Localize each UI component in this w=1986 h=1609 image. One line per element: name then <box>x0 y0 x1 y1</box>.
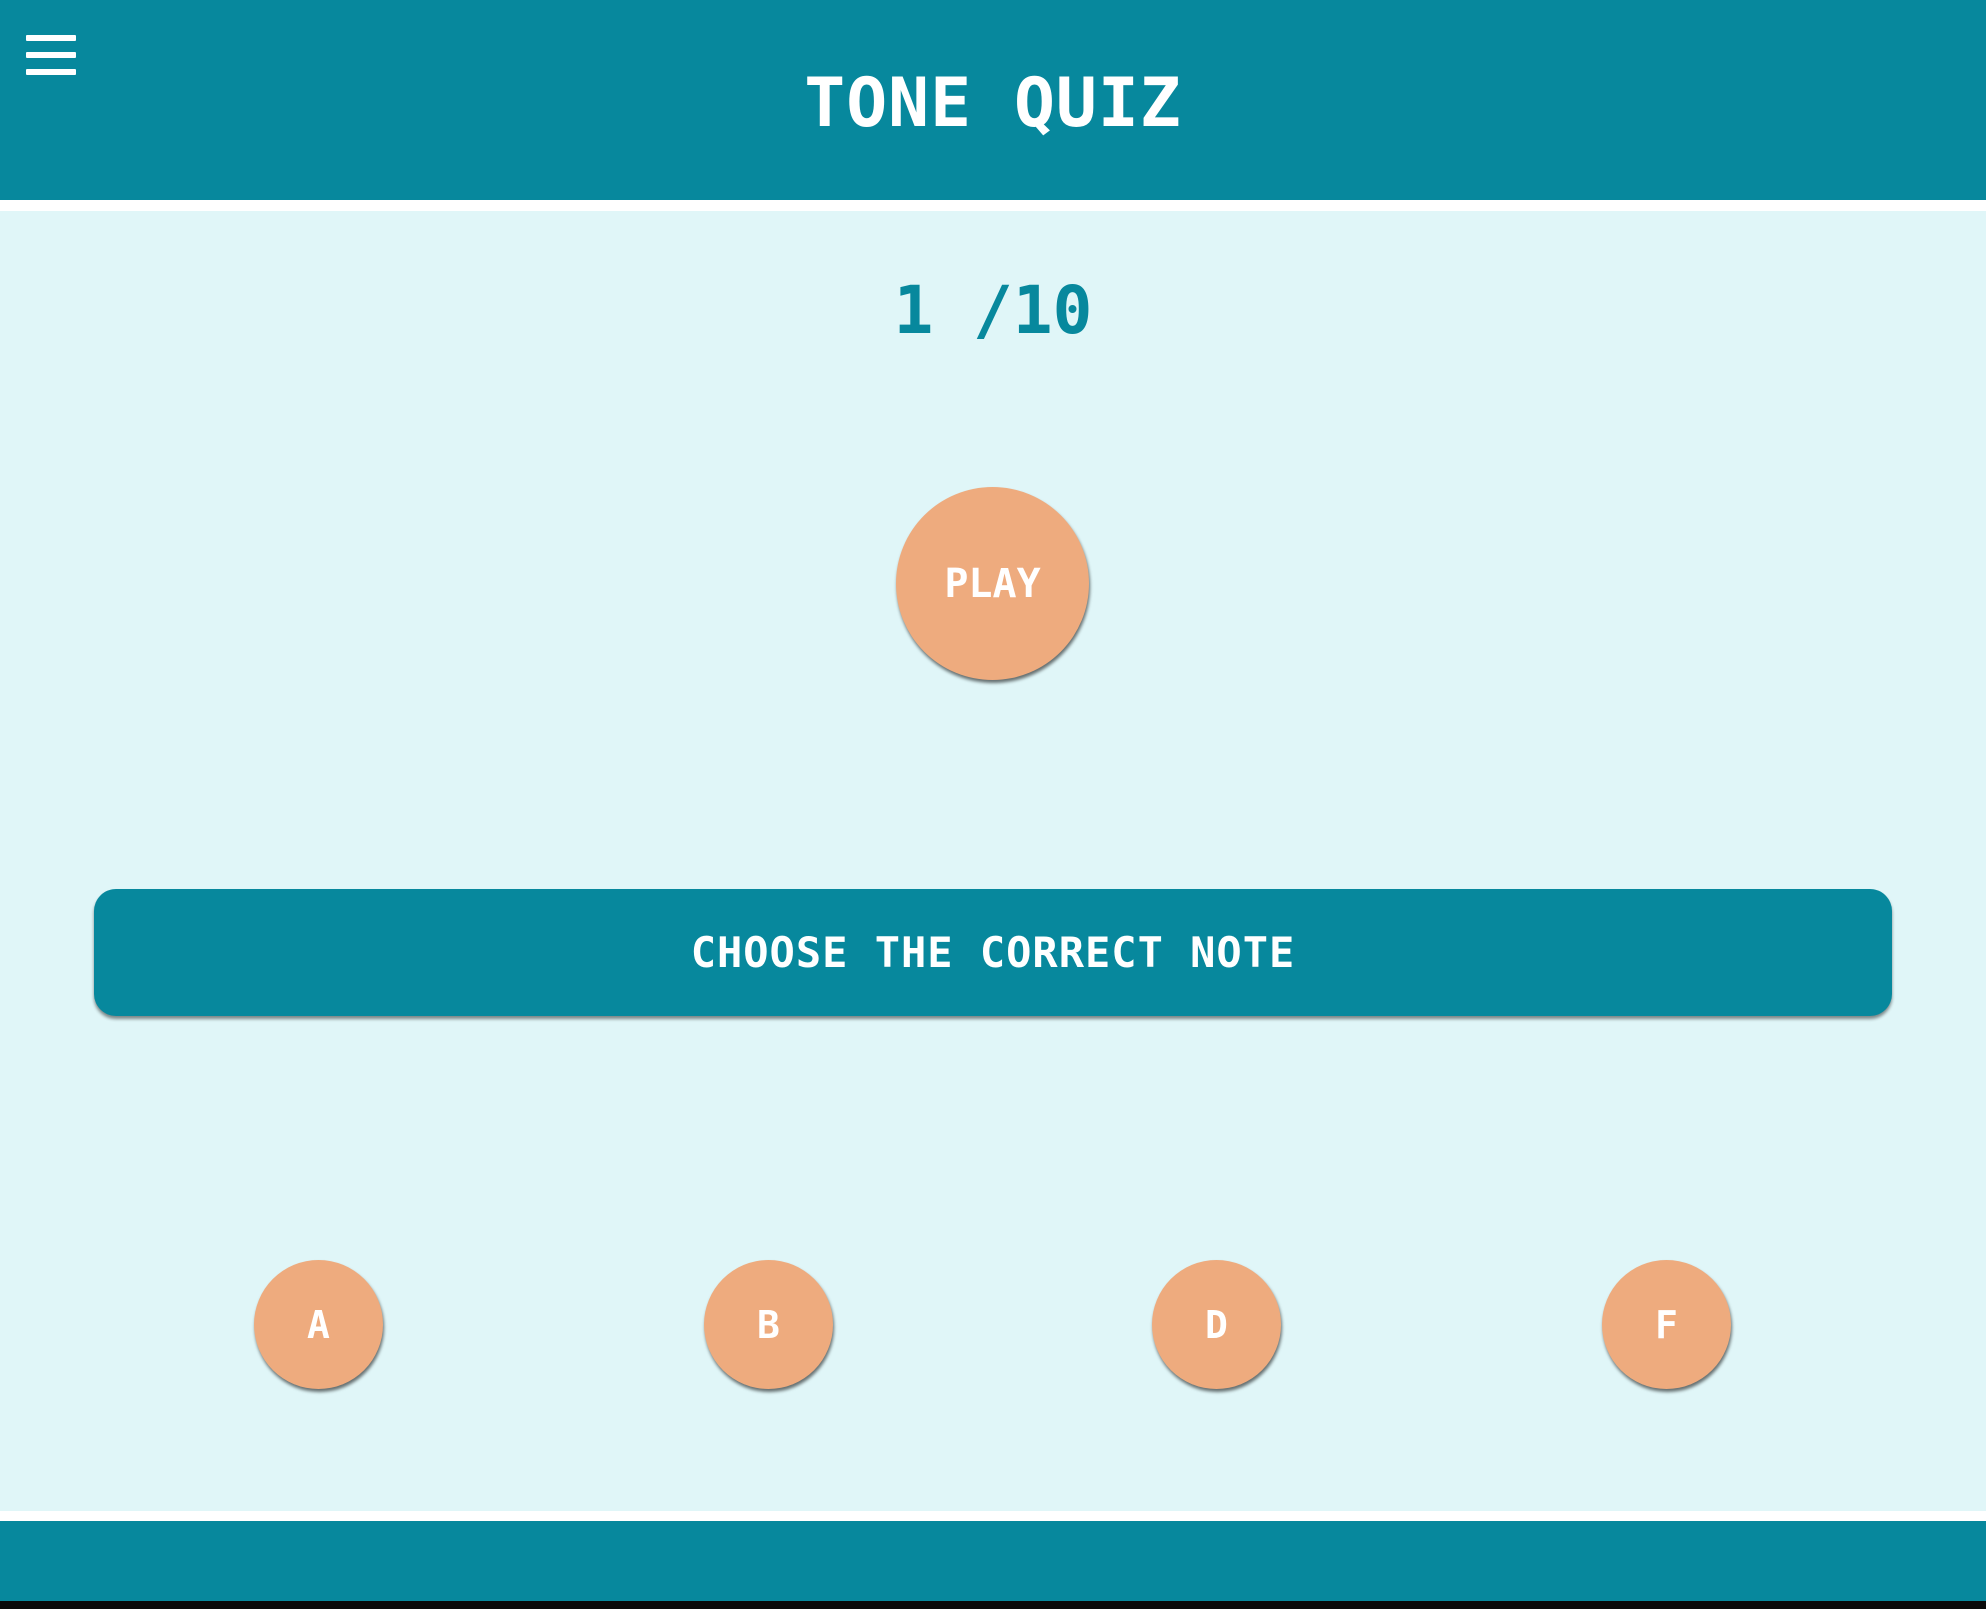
question-counter: 1 /10 <box>893 272 1093 349</box>
note-option-d-button[interactable]: D <box>1152 1260 1281 1389</box>
menu-line <box>26 52 76 58</box>
quiz-panel: 1 /10 PLAY CHOOSE THE CORRECT NOTE A B D… <box>0 211 1986 1511</box>
instruction-banner: CHOOSE THE CORRECT NOTE <box>94 889 1892 1016</box>
app-footer <box>0 1521 1986 1601</box>
tone-quiz-app: TONE QUIZ 1 /10 PLAY CHOOSE THE CORRECT … <box>0 0 1986 1609</box>
play-button[interactable]: PLAY <box>896 487 1089 680</box>
note-option-f-button[interactable]: F <box>1602 1260 1731 1389</box>
menu-line <box>26 35 76 41</box>
screen-bottom-edge <box>0 1601 1986 1609</box>
page-title: TONE QUIZ <box>804 64 1182 143</box>
note-option-a-button[interactable]: A <box>254 1260 383 1389</box>
note-option-b-button[interactable]: B <box>704 1260 833 1389</box>
app-header: TONE QUIZ <box>0 0 1986 200</box>
